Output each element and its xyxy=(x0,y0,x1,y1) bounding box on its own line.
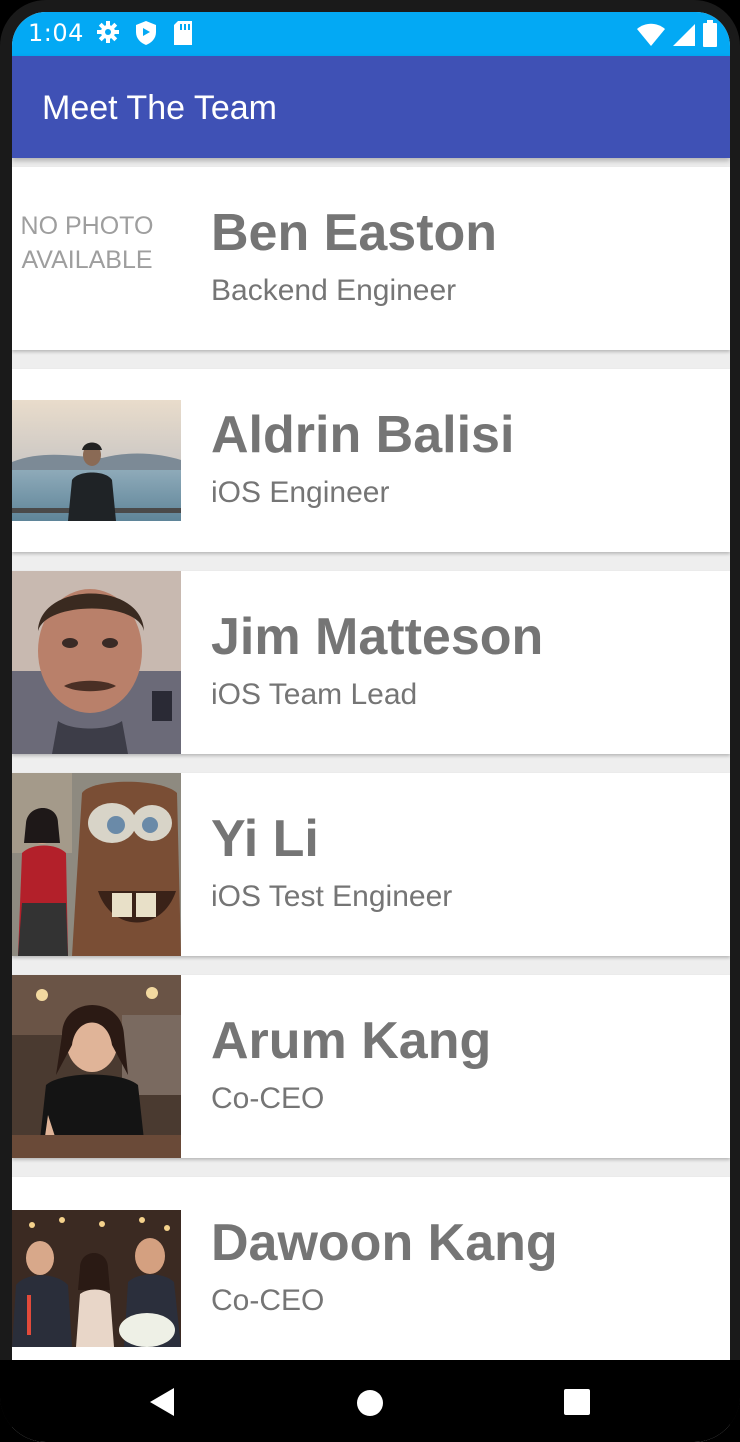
member-title: Backend Engineer xyxy=(211,274,457,307)
navigation-bar xyxy=(0,1360,740,1442)
screen: 1:04 Meet The Team NO PHOTO AVAILABLE Be… xyxy=(12,12,730,1442)
battery-icon xyxy=(703,20,717,47)
member-photo xyxy=(12,571,181,754)
home-button-icon[interactable] xyxy=(355,1388,385,1418)
recents-button-icon[interactable] xyxy=(563,1388,591,1416)
no-photo-placeholder: NO PHOTO AVAILABLE xyxy=(20,212,154,274)
team-member-card[interactable]: Dawoon Kang Co-CEO xyxy=(12,1177,730,1360)
member-photo xyxy=(12,1210,181,1347)
team-member-card[interactable]: Aldrin Balisi iOS Engineer xyxy=(12,369,730,552)
member-title: Co-CEO xyxy=(211,1082,325,1115)
back-button-icon[interactable] xyxy=(146,1386,176,1418)
gear-icon xyxy=(97,21,119,43)
team-member-card[interactable]: Jim Matteson iOS Team Lead xyxy=(12,571,730,754)
member-name: Jim Matteson xyxy=(211,608,544,666)
member-name: Dawoon Kang xyxy=(211,1214,558,1272)
member-title: Co-CEO xyxy=(211,1284,325,1317)
wifi-icon xyxy=(637,23,665,46)
member-photo xyxy=(12,975,181,1158)
team-member-card[interactable]: NO PHOTO AVAILABLE Ben Easton Backend En… xyxy=(12,167,730,350)
member-title: iOS Test Engineer xyxy=(211,880,453,913)
member-name: Aldrin Balisi xyxy=(211,406,515,464)
status-icons-left xyxy=(96,20,194,46)
member-photo xyxy=(12,773,181,956)
app-title: Meet The Team xyxy=(42,89,277,127)
sd-card-icon xyxy=(174,21,192,45)
member-title: iOS Engineer xyxy=(211,476,390,509)
team-member-card[interactable]: Arum Kang Co-CEO xyxy=(12,975,730,1158)
status-time: 1:04 xyxy=(28,19,84,47)
app-bar: Meet The Team xyxy=(12,56,730,158)
shield-icon xyxy=(136,21,156,45)
member-name: Ben Easton xyxy=(211,204,498,262)
status-bar: 1:04 xyxy=(12,12,730,56)
cell-signal-icon xyxy=(673,24,695,46)
status-icons-right xyxy=(636,20,718,48)
device-frame: 1:04 Meet The Team NO PHOTO AVAILABLE Be… xyxy=(0,0,740,1442)
team-member-card[interactable]: Yi Li iOS Test Engineer xyxy=(12,773,730,956)
member-photo xyxy=(12,400,181,521)
member-name: Arum Kang xyxy=(211,1012,492,1070)
member-title: iOS Team Lead xyxy=(211,678,418,711)
member-name: Yi Li xyxy=(211,810,319,868)
